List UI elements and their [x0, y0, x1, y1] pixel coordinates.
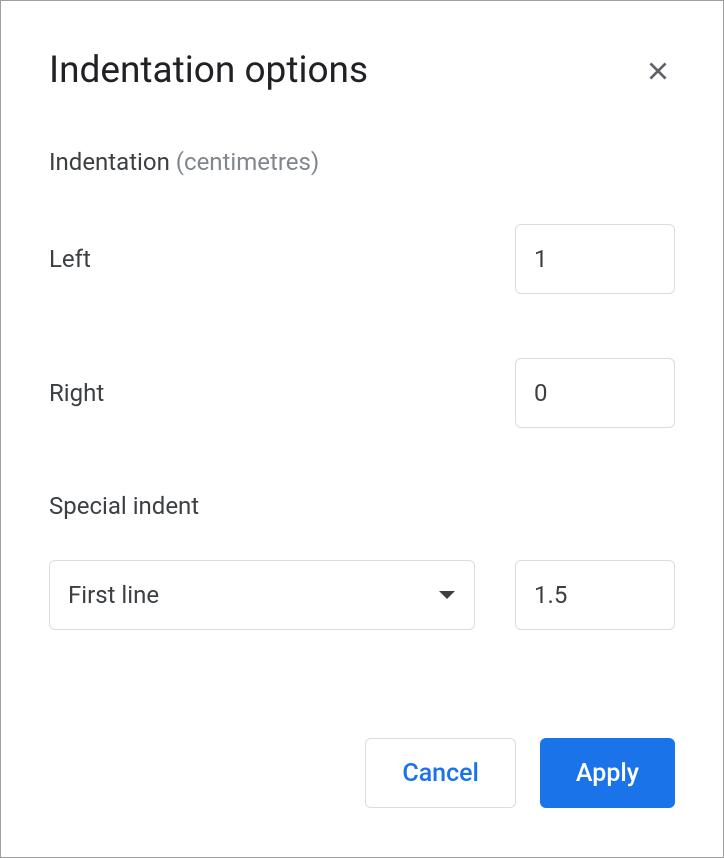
cancel-button[interactable]: Cancel [365, 738, 516, 808]
left-field-row: Left [49, 224, 675, 294]
indentation-options-dialog: Indentation options Indentation (centime… [0, 0, 724, 858]
indentation-label-text: Indentation [49, 148, 170, 176]
dialog-title: Indentation options [49, 49, 368, 92]
apply-button[interactable]: Apply [540, 738, 675, 808]
special-indent-label: Special indent [49, 492, 675, 520]
right-field-row: Right [49, 358, 675, 428]
left-label: Left [49, 245, 91, 273]
indentation-section-label: Indentation (centimetres) [49, 148, 675, 176]
indentation-unit-text: (centimetres) [176, 148, 319, 176]
special-indent-select[interactable]: First line [49, 560, 475, 630]
special-indent-value-input[interactable] [515, 560, 675, 630]
special-indent-select-wrapper: First line [49, 560, 475, 630]
close-icon [645, 58, 671, 84]
dialog-header: Indentation options [49, 49, 675, 92]
special-indent-selected-text: First line [68, 581, 159, 609]
dialog-footer: Cancel Apply [49, 738, 675, 808]
right-label: Right [49, 379, 104, 407]
left-input[interactable] [515, 224, 675, 294]
special-indent-row: First line [49, 560, 675, 630]
close-button[interactable] [641, 54, 675, 88]
right-input[interactable] [515, 358, 675, 428]
